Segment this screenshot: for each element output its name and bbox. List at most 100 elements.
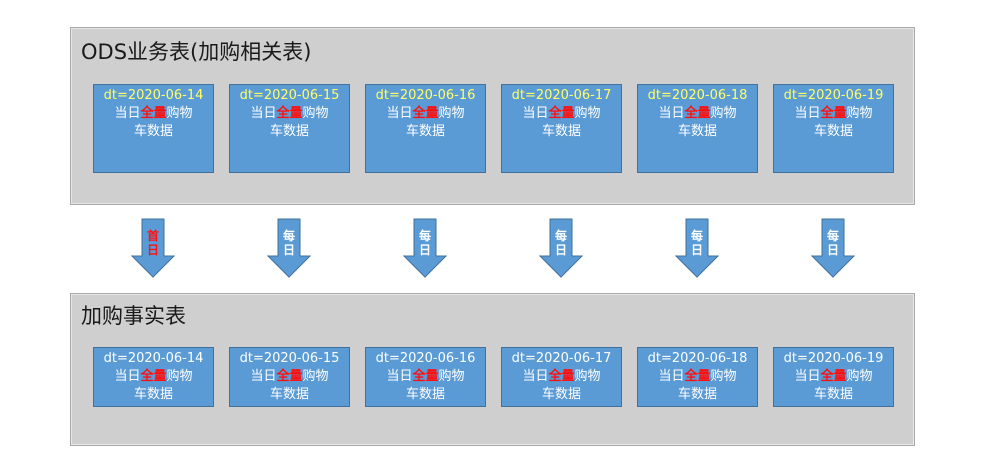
arrow-label-line1: 每 [690, 229, 703, 243]
text-shopping: 购物 [846, 369, 873, 384]
ods-partition-box: dt=2020-06-15 当日全量购物 车数据 [229, 84, 350, 173]
fact-partition-box: dt=2020-06-17 当日全量购物 车数据 [501, 347, 622, 407]
text-full-highlight: 全量 [140, 369, 167, 384]
box-text-line2: 车数据 [677, 124, 717, 139]
arrow-label: 首日 [131, 229, 175, 257]
text-full-highlight: 全量 [820, 369, 847, 384]
arrow-label: 每日 [811, 229, 855, 257]
arrow-label: 每日 [403, 229, 447, 257]
text-full-highlight: 全量 [548, 106, 575, 121]
partition-date-label: dt=2020-06-16 [375, 351, 476, 366]
text-same-day: 当日 [522, 106, 549, 121]
fact-partition-box: dt=2020-06-19 当日全量购物 车数据 [773, 347, 894, 407]
box-text-line1: 当日全量购物 [366, 105, 485, 123]
text-same-day: 当日 [386, 106, 413, 121]
box-text-line2: 车数据 [677, 387, 717, 402]
daily-arrow: 每日 [675, 218, 719, 278]
daily-arrow: 每日 [403, 218, 447, 278]
text-shopping: 购物 [846, 106, 873, 121]
arrow-label-line1: 每 [826, 229, 839, 243]
text-shopping: 购物 [166, 106, 193, 121]
text-same-day: 当日 [250, 106, 277, 121]
partition-date-label: dt=2020-06-19 [783, 88, 884, 103]
box-text-line2: 车数据 [405, 124, 445, 139]
text-same-day: 当日 [114, 106, 141, 121]
fact-partition-box: dt=2020-06-18 当日全量购物 车数据 [637, 347, 758, 407]
text-full-highlight: 全量 [684, 369, 711, 384]
ods-partition-box: dt=2020-06-18 当日全量购物 车数据 [637, 84, 758, 173]
arrow-label-line1: 每 [418, 229, 431, 243]
text-shopping: 购物 [438, 106, 465, 121]
text-full-highlight: 全量 [140, 106, 167, 121]
partition-date-label: dt=2020-06-19 [783, 351, 884, 366]
text-shopping: 购物 [574, 106, 601, 121]
box-text-line2: 车数据 [133, 124, 173, 139]
text-full-highlight: 全量 [684, 106, 711, 121]
text-same-day: 当日 [114, 369, 141, 384]
text-full-highlight: 全量 [276, 369, 303, 384]
box-text-line2: 车数据 [133, 387, 173, 402]
partition-date-label: dt=2020-06-14 [103, 351, 204, 366]
ods-partition-box: dt=2020-06-17 当日全量购物 车数据 [501, 84, 622, 173]
ods-partition-box: dt=2020-06-14 当日全量购物 车数据 [93, 84, 214, 173]
box-text-line1: 当日全量购物 [230, 105, 349, 123]
arrow-label-line2: 日 [282, 243, 295, 257]
text-full-highlight: 全量 [276, 106, 303, 121]
ods-table-panel: ODS业务表(加购相关表) dt=2020-06-14 当日全量购物 车数据 dt=2… [70, 27, 915, 205]
arrow-label-line1: 首 [146, 229, 159, 243]
partition-date-label: dt=2020-06-18 [647, 88, 748, 103]
text-same-day: 当日 [250, 369, 277, 384]
partition-date-label: dt=2020-06-17 [511, 351, 612, 366]
box-text-line1: 当日全量购物 [94, 368, 213, 386]
first-day-arrow: 首日 [131, 218, 175, 278]
arrow-label-line2: 日 [826, 243, 839, 257]
text-full-highlight: 全量 [820, 106, 847, 121]
text-shopping: 购物 [574, 369, 601, 384]
box-text-line1: 当日全量购物 [366, 368, 485, 386]
box-text-line1: 当日全量购物 [502, 105, 621, 123]
fact-partition-box: dt=2020-06-14 当日全量购物 车数据 [93, 347, 214, 407]
text-same-day: 当日 [522, 369, 549, 384]
box-text-line1: 当日全量购物 [774, 105, 893, 123]
text-shopping: 购物 [438, 369, 465, 384]
arrow-label: 每日 [675, 229, 719, 257]
fact-panel-title: 加购事实表 [81, 304, 186, 328]
text-full-highlight: 全量 [548, 369, 575, 384]
text-same-day: 当日 [794, 369, 821, 384]
daily-arrow: 每日 [539, 218, 583, 278]
box-text-line1: 当日全量购物 [774, 368, 893, 386]
box-text-line1: 当日全量购物 [638, 105, 757, 123]
box-text-line2: 车数据 [541, 387, 581, 402]
partition-date-label: dt=2020-06-15 [239, 351, 340, 366]
text-same-day: 当日 [658, 369, 685, 384]
arrow-label-line2: 日 [418, 243, 431, 257]
arrow-label-line1: 每 [554, 229, 567, 243]
arrow-label-line2: 日 [554, 243, 567, 257]
text-full-highlight: 全量 [412, 106, 439, 121]
text-full-highlight: 全量 [412, 369, 439, 384]
arrow-label-line2: 日 [146, 243, 159, 257]
box-text-line2: 车数据 [541, 124, 581, 139]
text-same-day: 当日 [658, 106, 685, 121]
box-text-line1: 当日全量购物 [502, 368, 621, 386]
partition-date-label: dt=2020-06-14 [103, 88, 204, 103]
partition-date-label: dt=2020-06-16 [375, 88, 476, 103]
fact-partition-box: dt=2020-06-16 当日全量购物 车数据 [365, 347, 486, 407]
text-shopping: 购物 [302, 369, 329, 384]
box-text-line2: 车数据 [405, 387, 445, 402]
box-text-line2: 车数据 [269, 124, 309, 139]
arrow-label: 每日 [267, 229, 311, 257]
box-text-line2: 车数据 [269, 387, 309, 402]
text-shopping: 购物 [710, 106, 737, 121]
daily-arrow: 每日 [267, 218, 311, 278]
arrow-label-line2: 日 [690, 243, 703, 257]
text-same-day: 当日 [386, 369, 413, 384]
text-shopping: 购物 [302, 106, 329, 121]
arrow-label-line1: 每 [282, 229, 295, 243]
fact-table-panel: 加购事实表 dt=2020-06-14 当日全量购物 车数据 dt=2020-06-1… [70, 293, 915, 446]
text-same-day: 当日 [794, 106, 821, 121]
box-text-line2: 车数据 [813, 124, 853, 139]
fact-partition-box: dt=2020-06-15 当日全量购物车数据 [229, 347, 350, 407]
box-text-line1: 当日全量购物 [94, 105, 213, 123]
partition-date-label: dt=2020-06-15 [239, 88, 340, 103]
